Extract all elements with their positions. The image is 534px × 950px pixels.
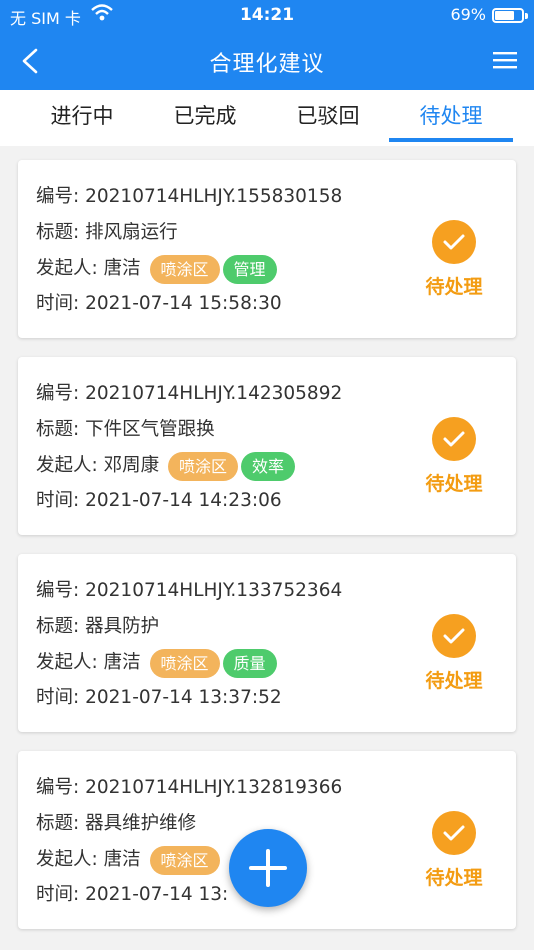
card-title: 下件区气管跟换	[85, 419, 215, 440]
category-tag: 管理	[222, 254, 277, 284]
card-initiator: 邓周康	[103, 455, 160, 476]
check-circle-icon	[432, 417, 476, 461]
area-tag: 喷涂区	[149, 845, 220, 875]
tab-in-progress[interactable]: 进行中	[20, 100, 144, 146]
active-tab-indicator	[389, 138, 513, 142]
card-id: 20210714HLHJY.133752364	[85, 580, 343, 601]
area-tag: 喷涂区	[149, 648, 220, 678]
tab-completed[interactable]: 已完成	[143, 100, 267, 146]
card-time: 2021-07-14 15:58:30	[85, 293, 282, 314]
card-title: 器具维护维修	[85, 813, 197, 834]
hamburger-icon[interactable]	[492, 48, 518, 72]
status-label: 待处理	[425, 867, 483, 889]
status-label: 待处理	[425, 670, 483, 692]
card-initiator: 唐洁	[103, 849, 141, 870]
category-tag: 质量	[222, 648, 277, 678]
card-initiator: 唐洁	[103, 258, 141, 279]
area-tag: 喷涂区	[149, 254, 220, 284]
tab-bar: 进行中 已完成 已驳回 待处理	[0, 90, 534, 146]
card-title: 排风扇运行	[85, 222, 178, 243]
card-title: 器具防护	[85, 616, 160, 637]
add-suggestion-button[interactable]	[229, 829, 307, 907]
card-time: 2021-07-14 13:	[85, 884, 229, 905]
status-label: 待处理	[425, 473, 483, 495]
check-circle-icon	[432, 614, 476, 658]
area-tag: 喷涂区	[168, 451, 239, 481]
suggestion-card[interactable]: 编号: 20210714HLHJY.155830158 标题: 排风扇运行 发起…	[18, 160, 516, 338]
status-indicator: 待处理	[422, 811, 486, 890]
battery-icon	[492, 8, 528, 23]
card-id: 20210714HLHJY.142305892	[85, 383, 343, 404]
category-tag: 效率	[241, 451, 296, 481]
navigation-bar: 合理化建议	[0, 32, 534, 90]
check-circle-icon	[432, 811, 476, 855]
card-id: 20210714HLHJY.132819366	[85, 777, 343, 798]
card-time: 2021-07-14 13:37:52	[85, 687, 282, 708]
card-id: 20210714HLHJY.155830158	[85, 186, 343, 207]
status-indicator: 待处理	[422, 614, 486, 693]
page-title: 合理化建议	[209, 52, 325, 77]
battery-percentage: 69%	[450, 5, 486, 24]
tab-rejected[interactable]: 已驳回	[266, 100, 390, 146]
tab-pending[interactable]: 待处理	[389, 100, 513, 146]
suggestion-card[interactable]: 编号: 20210714HLHJY.142305892 标题: 下件区气管跟换 …	[18, 357, 516, 535]
status-label: 待处理	[425, 276, 483, 298]
suggestion-card[interactable]: 编号: 20210714HLHJY.133752364 标题: 器具防护 发起人…	[18, 554, 516, 732]
card-initiator: 唐洁	[103, 652, 141, 673]
check-circle-icon	[432, 220, 476, 264]
status-indicator: 待处理	[422, 220, 486, 299]
status-bar: 无 SIM 卡 14:21 69%	[0, 0, 534, 32]
card-time: 2021-07-14 14:23:06	[85, 490, 282, 511]
status-indicator: 待处理	[422, 417, 486, 496]
